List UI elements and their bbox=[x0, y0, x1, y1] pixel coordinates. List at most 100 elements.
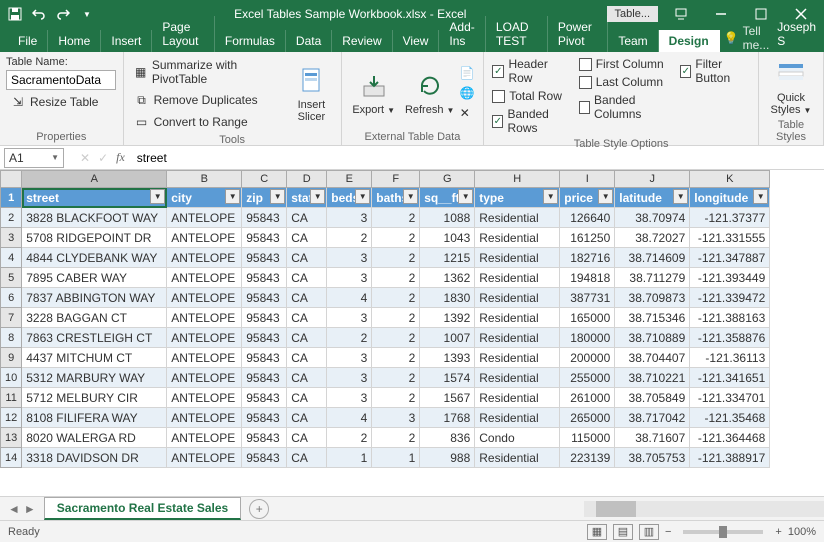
cell[interactable]: 1393 bbox=[420, 348, 475, 368]
cell[interactable]: 38.705849 bbox=[615, 388, 690, 408]
view-page-layout-icon[interactable]: ▤ bbox=[613, 524, 633, 540]
quick-styles-button[interactable]: Quick Styles ▼ bbox=[765, 56, 817, 117]
filter-icon[interactable]: ▼ bbox=[310, 189, 325, 204]
cell[interactable]: 1574 bbox=[420, 368, 475, 388]
cell[interactable]: 2 bbox=[372, 248, 420, 268]
cell[interactable]: 1 bbox=[327, 448, 372, 468]
cell[interactable]: -121.347887 bbox=[690, 248, 770, 268]
cell[interactable]: ANTELOPE bbox=[167, 208, 242, 228]
cell[interactable]: CA bbox=[287, 328, 327, 348]
row-header[interactable]: 7 bbox=[1, 308, 22, 328]
cell[interactable]: 38.710889 bbox=[615, 328, 690, 348]
tab-data[interactable]: Data bbox=[286, 30, 332, 52]
cell[interactable]: -121.36113 bbox=[690, 348, 770, 368]
column-header[interactable]: B bbox=[167, 171, 242, 188]
cell[interactable]: 1567 bbox=[420, 388, 475, 408]
column-header[interactable]: E bbox=[327, 171, 372, 188]
cell[interactable]: Residential bbox=[475, 288, 560, 308]
open-browser-icon[interactable]: 🌐 bbox=[460, 86, 475, 100]
cell[interactable]: 5712 MELBURY CIR bbox=[22, 388, 167, 408]
cell[interactable]: -121.393449 bbox=[690, 268, 770, 288]
filter-icon[interactable]: ▼ bbox=[458, 189, 473, 204]
cell[interactable]: 3828 BLACKFOOT WAY bbox=[22, 208, 167, 228]
cell[interactable]: Residential bbox=[475, 368, 560, 388]
cell[interactable]: 3 bbox=[327, 368, 372, 388]
cell[interactable]: 1 bbox=[372, 448, 420, 468]
cell[interactable]: 3 bbox=[372, 408, 420, 428]
cell[interactable]: 5708 RIDGEPOINT DR bbox=[22, 228, 167, 248]
cell[interactable]: 3 bbox=[327, 248, 372, 268]
cell[interactable]: CA bbox=[287, 288, 327, 308]
cell[interactable]: 1007 bbox=[420, 328, 475, 348]
cell[interactable]: Residential bbox=[475, 388, 560, 408]
first-column-checkbox[interactable]: First Column bbox=[577, 56, 674, 72]
filter-icon[interactable]: ▼ bbox=[270, 189, 285, 204]
table-header-cell[interactable]: beds▼ bbox=[327, 188, 372, 208]
cell[interactable]: 2 bbox=[372, 328, 420, 348]
cell[interactable]: CA bbox=[287, 448, 327, 468]
cell[interactable]: 95843 bbox=[242, 288, 287, 308]
undo-icon[interactable] bbox=[28, 3, 50, 25]
cell[interactable]: ANTELOPE bbox=[167, 288, 242, 308]
filter-icon[interactable]: ▼ bbox=[403, 189, 418, 204]
tab-page-layout[interactable]: Page Layout bbox=[152, 16, 215, 52]
table-header-cell[interactable]: street▼ bbox=[22, 188, 167, 208]
cell[interactable]: ANTELOPE bbox=[167, 248, 242, 268]
row-header[interactable]: 11 bbox=[1, 388, 22, 408]
cell[interactable]: ANTELOPE bbox=[167, 448, 242, 468]
properties-icon[interactable]: 📄 bbox=[460, 66, 475, 80]
zoom-out-icon[interactable]: − bbox=[665, 526, 671, 538]
cell[interactable]: 38.72027 bbox=[615, 228, 690, 248]
cell[interactable]: 2 bbox=[327, 328, 372, 348]
cell[interactable]: 5312 MARBURY WAY bbox=[22, 368, 167, 388]
row-header[interactable]: 2 bbox=[1, 208, 22, 228]
cell[interactable]: 8020 WALERGA RD bbox=[22, 428, 167, 448]
table-header-cell[interactable]: state▼ bbox=[287, 188, 327, 208]
tab-add-ins[interactable]: Add-Ins bbox=[439, 16, 485, 52]
cell[interactable]: 3228 BAGGAN CT bbox=[22, 308, 167, 328]
table-header-cell[interactable]: city▼ bbox=[167, 188, 242, 208]
cell[interactable]: ANTELOPE bbox=[167, 268, 242, 288]
cell[interactable]: CA bbox=[287, 428, 327, 448]
cell[interactable]: CA bbox=[287, 368, 327, 388]
column-header[interactable]: C bbox=[242, 171, 287, 188]
filter-icon[interactable]: ▼ bbox=[225, 189, 240, 204]
table-header-cell[interactable]: type▼ bbox=[475, 188, 560, 208]
cell[interactable]: 2 bbox=[327, 428, 372, 448]
cell[interactable]: 2 bbox=[372, 368, 420, 388]
cell[interactable]: 387731 bbox=[560, 288, 615, 308]
cell[interactable]: 2 bbox=[372, 428, 420, 448]
row-header[interactable]: 12 bbox=[1, 408, 22, 428]
cell[interactable]: -121.358876 bbox=[690, 328, 770, 348]
cell[interactable]: CA bbox=[287, 228, 327, 248]
cell[interactable]: -121.388163 bbox=[690, 308, 770, 328]
cell[interactable]: 38.70974 bbox=[615, 208, 690, 228]
cell[interactable]: 1215 bbox=[420, 248, 475, 268]
column-header[interactable]: G bbox=[420, 171, 475, 188]
table-header-cell[interactable]: latitude▼ bbox=[615, 188, 690, 208]
cell[interactable]: 95843 bbox=[242, 248, 287, 268]
cell[interactable]: Residential bbox=[475, 448, 560, 468]
cell[interactable]: 4844 CLYDEBANK WAY bbox=[22, 248, 167, 268]
cell[interactable]: 200000 bbox=[560, 348, 615, 368]
cell[interactable]: 4 bbox=[327, 408, 372, 428]
cell[interactable]: 3 bbox=[327, 268, 372, 288]
formula-input[interactable] bbox=[133, 151, 824, 165]
cell[interactable]: 165000 bbox=[560, 308, 615, 328]
cell[interactable]: 38.709873 bbox=[615, 288, 690, 308]
cell[interactable]: -121.37377 bbox=[690, 208, 770, 228]
filter-icon[interactable]: ▼ bbox=[598, 189, 613, 204]
cell[interactable]: -121.331555 bbox=[690, 228, 770, 248]
cell[interactable]: Residential bbox=[475, 268, 560, 288]
cell[interactable]: CA bbox=[287, 348, 327, 368]
row-header[interactable]: 10 bbox=[1, 368, 22, 388]
cell[interactable]: 988 bbox=[420, 448, 475, 468]
cell[interactable]: Residential bbox=[475, 308, 560, 328]
cell[interactable]: 261000 bbox=[560, 388, 615, 408]
row-header[interactable]: 1 bbox=[1, 188, 22, 208]
banded-columns-checkbox[interactable]: Banded Columns bbox=[577, 92, 674, 122]
cell[interactable]: CA bbox=[287, 388, 327, 408]
tab-review[interactable]: Review bbox=[332, 30, 392, 52]
table-name-input[interactable] bbox=[6, 70, 116, 90]
cell[interactable]: 180000 bbox=[560, 328, 615, 348]
